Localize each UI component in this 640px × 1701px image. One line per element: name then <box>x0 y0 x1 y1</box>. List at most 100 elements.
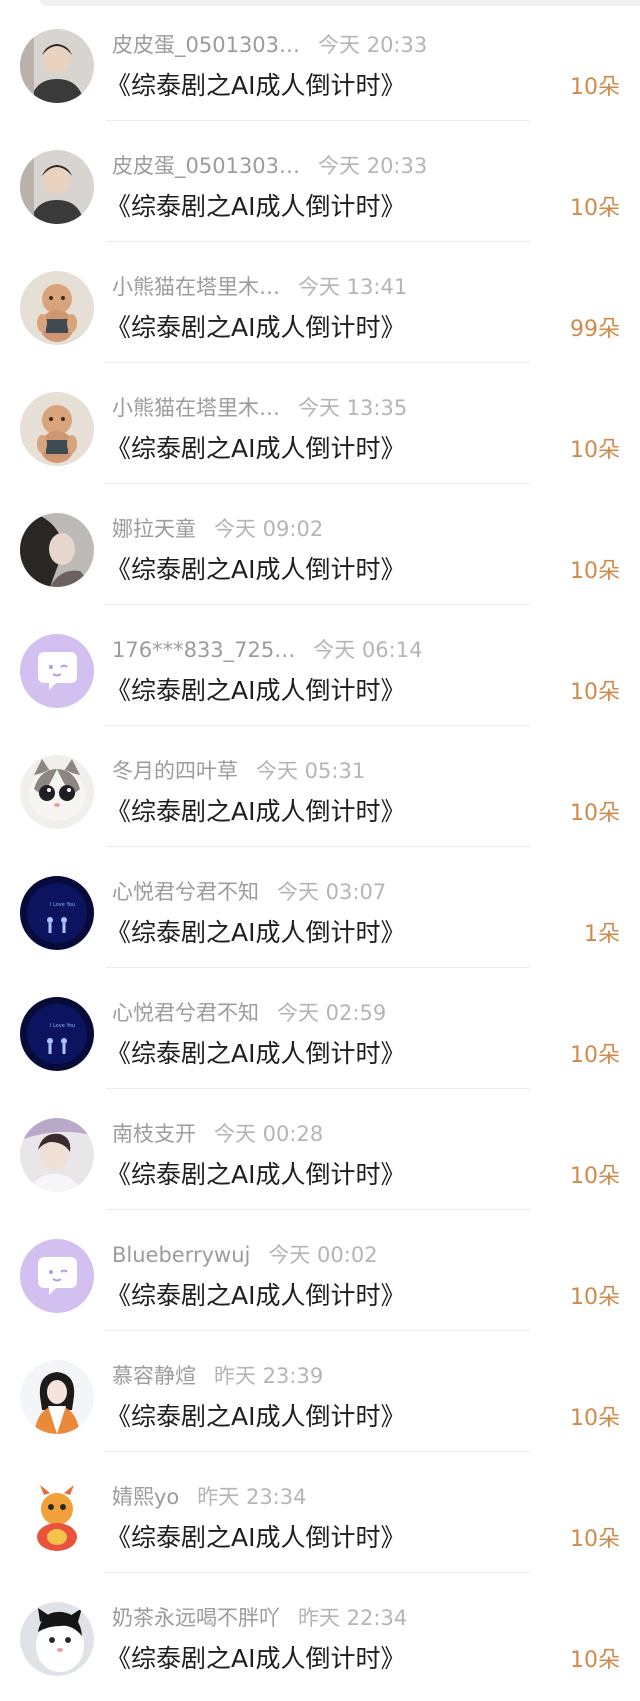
username[interactable]: 心悦君兮君不知 <box>112 880 259 904</box>
row-meta: 慕容静煊 昨天 23:39 <box>112 1361 323 1391</box>
flower-count: 10朵 <box>570 1406 620 1431</box>
username[interactable]: 心悦君兮君不知 <box>112 1001 259 1025</box>
username[interactable]: 皮皮蛋_0501303… <box>112 33 300 57</box>
row-meta: 冬月的四叶草 今天 05:31 <box>112 756 365 786</box>
book-title[interactable]: 《综泰剧之AI成人倒计时》 <box>106 1036 405 1072</box>
avatar-night-couple-icon[interactable]: I Love You <box>20 876 94 950</box>
gift-record-row[interactable]: 皮皮蛋_0501303… 今天 20:33 《综泰剧之AI成人倒计时》 10朵 <box>0 0 640 121</box>
book-title[interactable]: 《综泰剧之AI成人倒计时》 <box>106 310 405 346</box>
avatar-night-couple-icon[interactable]: I Love You <box>20 997 94 1071</box>
flower-count: 10朵 <box>570 1648 620 1673</box>
username[interactable]: 奶茶永远喝不胖吖 <box>112 1606 280 1630</box>
timestamp: 今天 20:33 <box>318 154 428 178</box>
book-title[interactable]: 《综泰剧之AI成人倒计时》 <box>106 431 405 467</box>
gift-record-row[interactable]: 婧熙yo 昨天 23:34 《综泰剧之AI成人倒计时》 10朵 <box>0 1452 640 1573</box>
username[interactable]: 176***833_725… <box>112 638 295 662</box>
row-meta: Blueberrywuj 今天 00:02 <box>112 1240 378 1270</box>
row-meta: 皮皮蛋_0501303… 今天 20:33 <box>112 30 427 60</box>
book-title[interactable]: 《综泰剧之AI成人倒计时》 <box>106 794 405 830</box>
gift-record-row[interactable]: 娜拉天童 今天 09:02 《综泰剧之AI成人倒计时》 10朵 <box>0 484 640 605</box>
avatar-boy-icon[interactable] <box>20 150 94 224</box>
flower-count: 10朵 <box>570 1164 620 1189</box>
row-meta: 皮皮蛋_0501303… 今天 20:33 <box>112 151 427 181</box>
row-meta: 心悦君兮君不知 今天 03:07 <box>112 877 386 907</box>
username[interactable]: 冬月的四叶草 <box>112 759 238 783</box>
avatar-portrait-icon[interactable] <box>20 513 94 587</box>
book-title[interactable]: 《综泰剧之AI成人倒计时》 <box>106 189 405 225</box>
flower-count: 10朵 <box>570 438 620 463</box>
gift-record-row[interactable]: 南枝支开 今天 00:28 《综泰剧之AI成人倒计时》 10朵 <box>0 1089 640 1210</box>
username[interactable]: 皮皮蛋_0501303… <box>112 154 300 178</box>
gift-record-row[interactable]: 小熊猫在塔里木… 今天 13:41 《综泰剧之AI成人倒计时》 99朵 <box>0 242 640 363</box>
timestamp: 今天 09:02 <box>214 517 324 541</box>
timestamp: 今天 00:28 <box>214 1122 324 1146</box>
username[interactable]: 小熊猫在塔里木… <box>112 396 280 420</box>
flower-count: 10朵 <box>570 75 620 100</box>
svg-text:I Love You: I Love You <box>50 1023 75 1029</box>
default-chat-avatar-icon[interactable] <box>20 1239 94 1313</box>
book-title[interactable]: 《综泰剧之AI成人倒计时》 <box>106 1641 405 1677</box>
timestamp: 昨天 22:34 <box>298 1606 408 1630</box>
gift-record-row[interactable]: 奶茶永远喝不胖吖 昨天 22:34 《综泰剧之AI成人倒计时》 10朵 <box>0 1573 640 1694</box>
flower-count: 1朵 <box>584 922 620 947</box>
gift-record-row[interactable]: I Love You 心悦君兮君不知 今天 03:07 《综泰剧之AI成人倒计时》 1朵 <box>0 847 640 968</box>
avatar-man-icon[interactable] <box>20 1118 94 1192</box>
timestamp: 今天 02:59 <box>277 1001 387 1025</box>
timestamp: 今天 20:33 <box>318 33 428 57</box>
row-meta: 小熊猫在塔里木… 今天 13:35 <box>112 393 407 423</box>
svg-text:I Love You: I Love You <box>50 902 75 908</box>
book-title[interactable]: 《综泰剧之AI成人倒计时》 <box>106 673 405 709</box>
username[interactable]: 娜拉天童 <box>112 517 196 541</box>
default-chat-avatar-icon[interactable] <box>20 634 94 708</box>
timestamp: 今天 06:14 <box>313 638 423 662</box>
timestamp: 今天 13:41 <box>298 275 408 299</box>
avatar-baby-icon[interactable] <box>20 271 94 345</box>
gift-record-row[interactable]: 小熊猫在塔里木… 今天 13:35 《综泰剧之AI成人倒计时》 10朵 <box>0 363 640 484</box>
username[interactable]: 慕容静煊 <box>112 1364 196 1388</box>
avatar-baby-icon[interactable] <box>20 392 94 466</box>
row-meta: 小熊猫在塔里木… 今天 13:41 <box>112 272 407 302</box>
flower-count: 10朵 <box>570 1043 620 1068</box>
flower-count: 10朵 <box>570 801 620 826</box>
book-title[interactable]: 《综泰剧之AI成人倒计时》 <box>106 1278 405 1314</box>
gift-record-row[interactable]: 慕容静煊 昨天 23:39 《综泰剧之AI成人倒计时》 10朵 <box>0 1331 640 1452</box>
timestamp: 昨天 23:39 <box>214 1364 324 1388</box>
row-meta: 娜拉天童 今天 09:02 <box>112 514 323 544</box>
row-meta: 南枝支开 今天 00:28 <box>112 1119 323 1149</box>
username[interactable]: 婧熙yo <box>112 1485 179 1509</box>
avatar-cat-icon[interactable] <box>20 755 94 829</box>
book-title[interactable]: 《综泰剧之AI成人倒计时》 <box>106 68 405 104</box>
username[interactable]: 小熊猫在塔里木… <box>112 275 280 299</box>
timestamp: 今天 00:02 <box>268 1243 378 1267</box>
flower-count: 10朵 <box>570 1285 620 1310</box>
username[interactable]: 南枝支开 <box>112 1122 196 1146</box>
flower-count: 10朵 <box>570 1527 620 1552</box>
gift-record-row[interactable]: 皮皮蛋_0501303… 今天 20:33 《综泰剧之AI成人倒计时》 10朵 <box>0 121 640 242</box>
timestamp: 昨天 23:34 <box>197 1485 307 1509</box>
avatar-boy-icon[interactable] <box>20 29 94 103</box>
flower-count: 99朵 <box>570 317 620 342</box>
avatar-cat-bw-icon[interactable] <box>20 1602 94 1676</box>
book-title[interactable]: 《综泰剧之AI成人倒计时》 <box>106 1399 405 1435</box>
book-title[interactable]: 《综泰剧之AI成人倒计时》 <box>106 915 405 951</box>
flower-count: 10朵 <box>570 196 620 221</box>
gift-record-row[interactable]: Blueberrywuj 今天 00:02 《综泰剧之AI成人倒计时》 10朵 <box>0 1210 640 1331</box>
timestamp: 今天 05:31 <box>256 759 366 783</box>
book-title[interactable]: 《综泰剧之AI成人倒计时》 <box>106 1157 405 1193</box>
book-title[interactable]: 《综泰剧之AI成人倒计时》 <box>106 552 405 588</box>
row-meta: 心悦君兮君不知 今天 02:59 <box>112 998 386 1028</box>
gift-record-row[interactable]: 176***833_725… 今天 06:14 《综泰剧之AI成人倒计时》 10朵 <box>0 605 640 726</box>
avatar-dragon-icon[interactable] <box>20 1481 94 1555</box>
row-meta: 婧熙yo 昨天 23:34 <box>112 1482 306 1512</box>
avatar-girl-snow-icon[interactable] <box>20 1360 94 1434</box>
row-meta: 奶茶永远喝不胖吖 昨天 22:34 <box>112 1603 407 1633</box>
flower-count: 10朵 <box>570 680 620 705</box>
book-title[interactable]: 《综泰剧之AI成人倒计时》 <box>106 1520 405 1556</box>
timestamp: 今天 13:35 <box>298 396 408 420</box>
username[interactable]: Blueberrywuj <box>112 1243 250 1267</box>
row-meta: 176***833_725… 今天 06:14 <box>112 635 422 665</box>
timestamp: 今天 03:07 <box>277 880 387 904</box>
flower-count: 10朵 <box>570 559 620 584</box>
gift-record-row[interactable]: 冬月的四叶草 今天 05:31 《综泰剧之AI成人倒计时》 10朵 <box>0 726 640 847</box>
gift-record-row[interactable]: I Love You 心悦君兮君不知 今天 02:59 《综泰剧之AI成人倒计时》 10… <box>0 968 640 1089</box>
